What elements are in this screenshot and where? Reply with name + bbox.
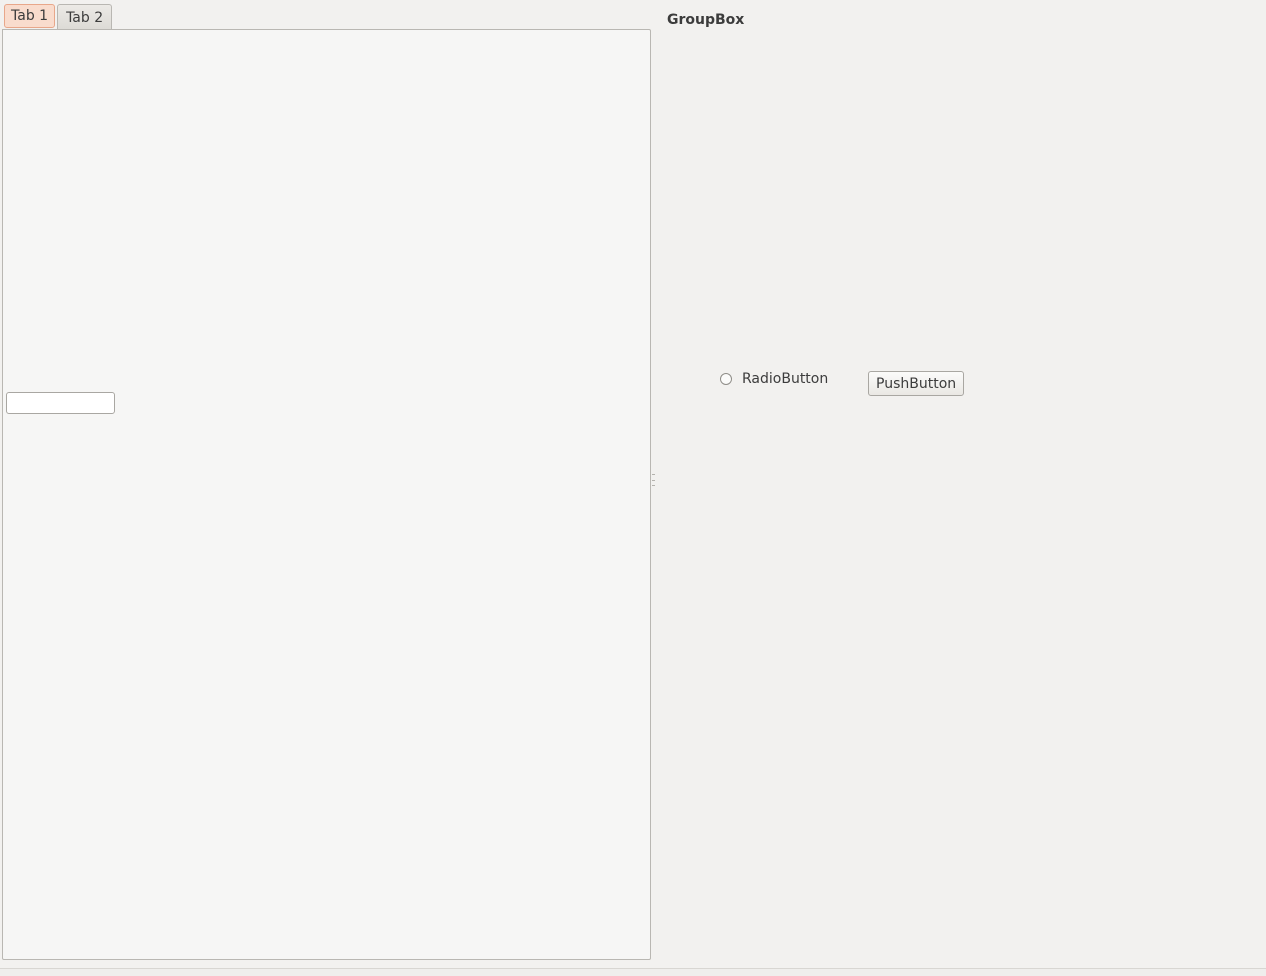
splitter-grip-dot xyxy=(651,474,655,475)
tab-bar: Tab 1 Tab 2 xyxy=(4,3,114,30)
tab-2[interactable]: Tab 2 xyxy=(57,4,113,30)
radio-circle-icon[interactable] xyxy=(720,373,732,385)
main-window: Tab 1 Tab 2 GroupBox RadioButton PushBut… xyxy=(0,0,1266,976)
tab-pane xyxy=(2,29,651,960)
radio-button-label: RadioButton xyxy=(742,371,829,387)
splitter-grip-dot xyxy=(651,485,655,486)
status-bar xyxy=(0,968,1266,976)
groupbox: GroupBox RadioButton PushButton xyxy=(660,8,1260,958)
tab-1[interactable]: Tab 1 xyxy=(4,4,56,28)
splitter-handle[interactable] xyxy=(651,474,655,486)
groupbox-title: GroupBox xyxy=(667,12,745,28)
radio-button[interactable]: RadioButton xyxy=(720,371,828,387)
splitter-grip-dot xyxy=(651,479,655,481)
push-button[interactable]: PushButton xyxy=(868,371,965,396)
line-edit-input[interactable] xyxy=(6,392,115,414)
